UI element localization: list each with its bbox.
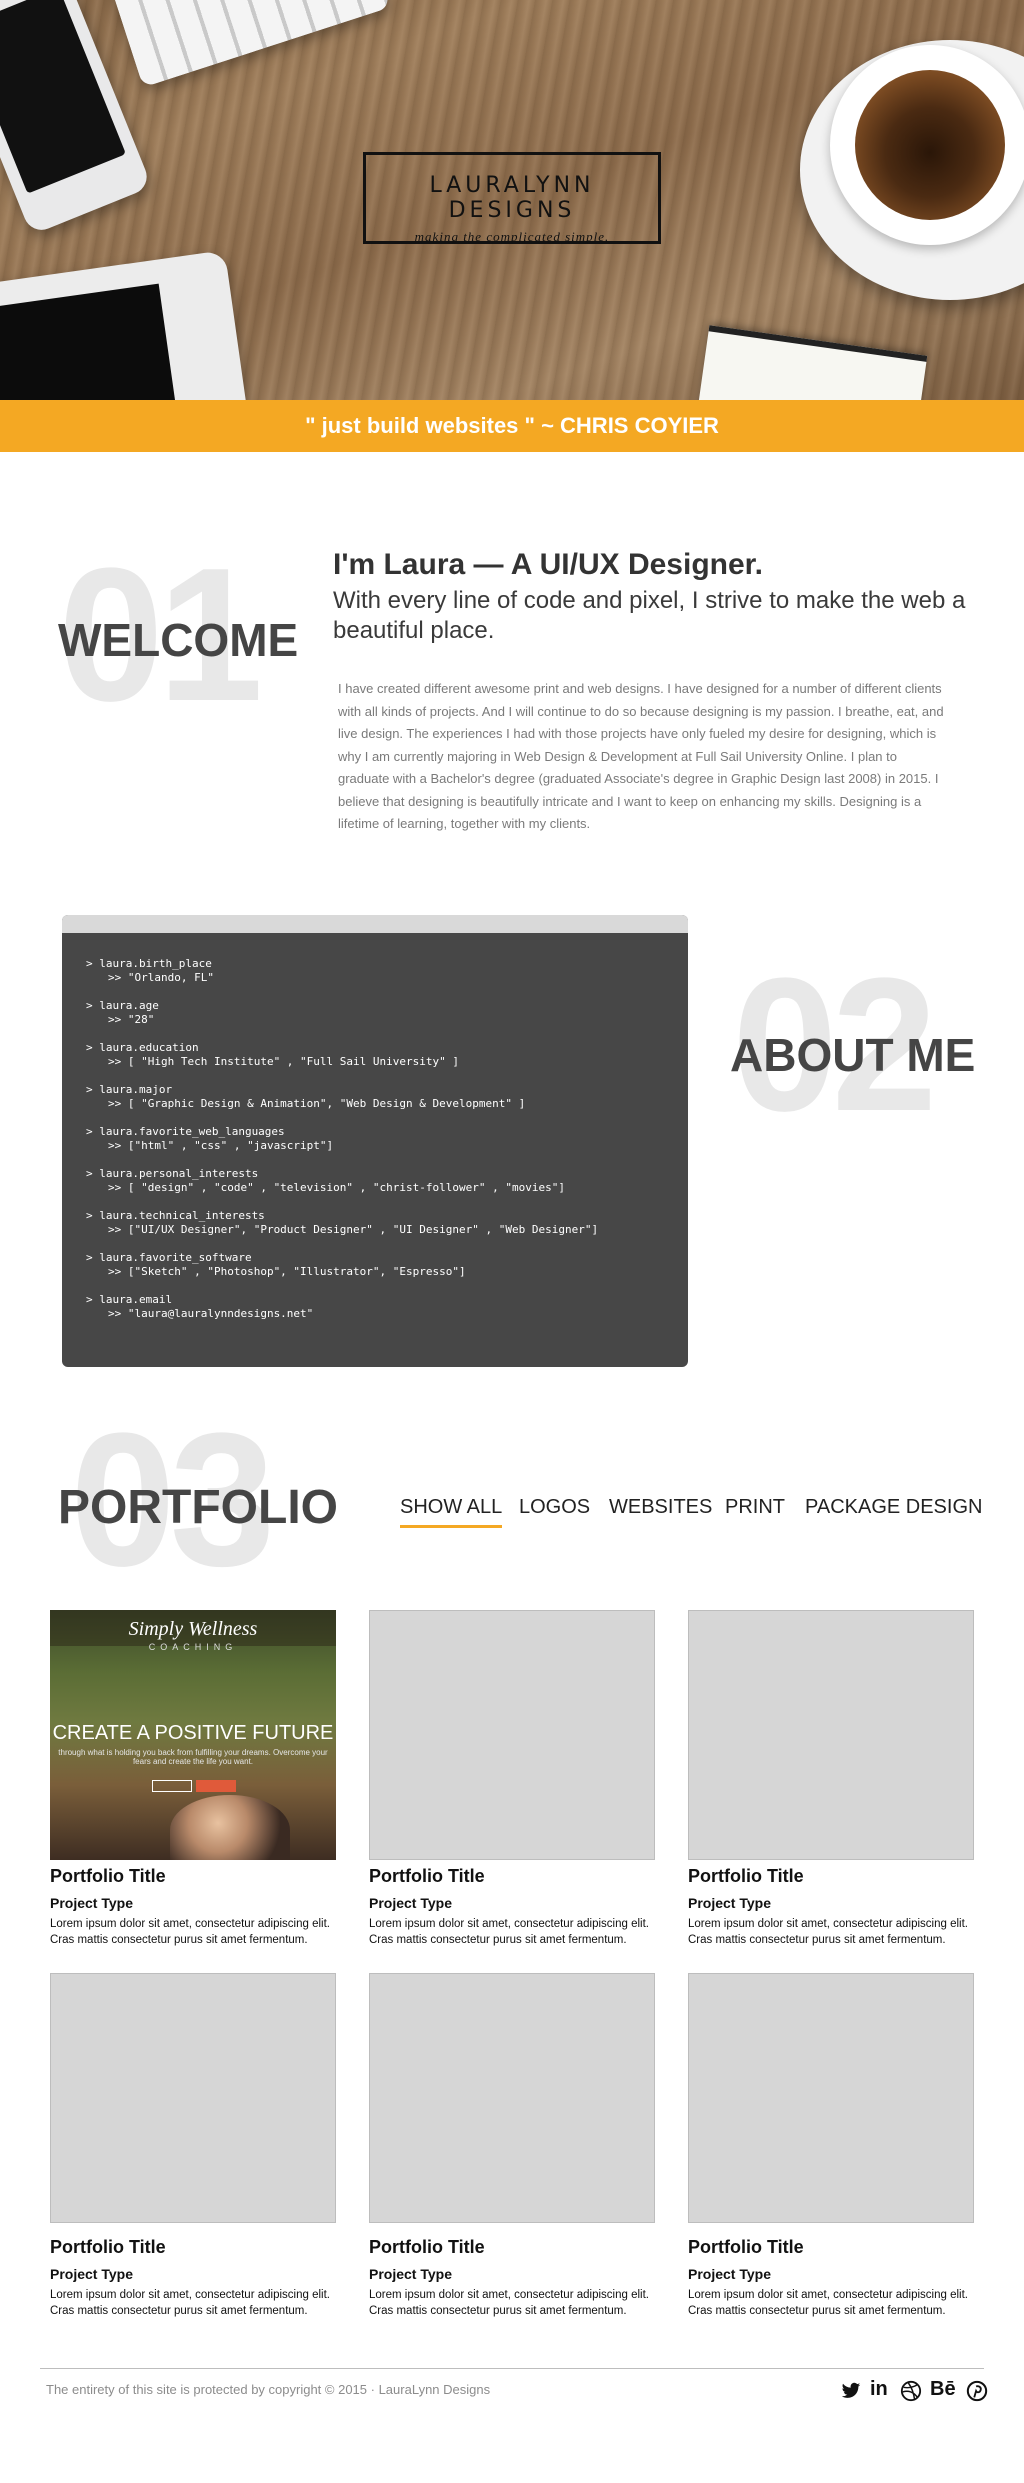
- portfolio-title[interactable]: Portfolio Title: [369, 1866, 655, 1887]
- terminal-entry: > laura.technical_interests >> ["UI/UX De…: [86, 1209, 688, 1237]
- filter-logos[interactable]: LOGOS: [519, 1496, 590, 1525]
- portfolio-title[interactable]: Portfolio Title: [688, 2237, 974, 2258]
- portfolio-thumbnail[interactable]: Simply Wellness COACHING CREATE A POSITI…: [50, 1610, 336, 1860]
- terminal-window: > laura.birth_place >> "Orlando, FL" > lau…: [62, 915, 688, 1367]
- portfolio-thumbnail[interactable]: [369, 1610, 655, 1860]
- portfolio-title[interactable]: Portfolio Title: [50, 2237, 336, 2258]
- terminal-key: > laura.personal_interests: [86, 1167, 259, 1180]
- thumb-button: [196, 1780, 236, 1792]
- behance-icon[interactable]: Bē: [930, 2378, 956, 2401]
- thumb-people: [170, 1795, 290, 1860]
- portfolio-card[interactable]: Portfolio Title Project Type Lorem ipsum…: [369, 1610, 655, 1948]
- quote-bar: " just build websites " ~ CHRIS COYIER: [0, 400, 1024, 452]
- project-type: Project Type: [688, 2266, 771, 2282]
- terminal-entry: > laura.personal_interests >> [ "design" …: [86, 1167, 688, 1195]
- project-type: Project Type: [688, 1895, 771, 1911]
- terminal-value: >> [ "High Tech Institute" , "Full Sail …: [108, 1055, 459, 1068]
- thumb-headline: CREATE A POSITIVE FUTURE: [52, 1722, 334, 1744]
- portfolio-description: Lorem ipsum dolor sit amet, consectetur …: [369, 1918, 649, 1946]
- section-title-welcome: WELCOME: [58, 614, 299, 666]
- filter-show-all[interactable]: SHOW ALL: [400, 1496, 503, 1528]
- copyright-text: The entirety of this site is protected b…: [46, 2382, 491, 2397]
- section-title-portfolio: PORTFOLIO: [58, 1481, 338, 1534]
- terminal-value: >> "Orlando, FL": [108, 971, 214, 984]
- pinterest-icon[interactable]: [966, 2380, 988, 2402]
- terminal-entry: > laura.age >> "28": [86, 999, 688, 1027]
- terminal-entry: > laura.major >> [ "Graphic Design & Anim…: [86, 1083, 688, 1111]
- terminal-value: >> ["Sketch" , "Photoshop", "Illustrator…: [108, 1265, 466, 1278]
- dribbble-icon[interactable]: [900, 2380, 922, 2402]
- terminal-key: > laura.age: [86, 999, 159, 1012]
- welcome-subheading: With every line of code and pixel, I str…: [333, 587, 966, 644]
- portfolio-thumbnail[interactable]: [50, 1973, 336, 2223]
- thumb-brand: Simply Wellness: [128, 1618, 258, 1640]
- hero-banner: LAURALYNN DESIGNS making the complicated…: [0, 0, 1024, 400]
- portfolio-description: Lorem ipsum dolor sit amet, consectetur …: [50, 2289, 330, 2317]
- portfolio-card[interactable]: Portfolio Title Project Type Lorem ipsum…: [50, 1973, 336, 2319]
- terminal-value: >> ["html" , "css" , "javascript"]: [108, 1139, 334, 1152]
- linkedin-icon[interactable]: in: [870, 2378, 888, 2401]
- terminal-key: > laura.birth_place: [86, 957, 212, 970]
- thumb-tagline: through what is holding you back from fu…: [58, 1748, 328, 1766]
- site-logo[interactable]: LAURALYNN DESIGNS making the complicated…: [363, 152, 661, 244]
- thumb-button: [152, 1780, 192, 1792]
- portfolio-card[interactable]: Simply Wellness COACHING CREATE A POSITI…: [50, 1610, 336, 1948]
- terminal-entry: > laura.favorite_software >> ["Sketch" , …: [86, 1251, 688, 1279]
- terminal-value: >> ["UI/UX Designer", "Product Designer"…: [108, 1223, 599, 1236]
- portfolio-title[interactable]: Portfolio Title: [688, 1866, 974, 1887]
- terminal-value: >> "28": [108, 1013, 155, 1026]
- portfolio-card[interactable]: Portfolio Title Project Type Lorem ipsum…: [369, 1973, 655, 2319]
- portfolio-description: Lorem ipsum dolor sit amet, consectetur …: [369, 2289, 649, 2317]
- project-type: Project Type: [50, 2266, 133, 2282]
- portfolio-description: Lorem ipsum dolor sit amet, consectetur …: [688, 1918, 968, 1946]
- project-type: Project Type: [50, 1895, 133, 1911]
- terminal-key: > laura.major: [86, 1083, 173, 1096]
- terminal-key: > laura.email: [86, 1293, 173, 1306]
- portfolio-thumbnail[interactable]: [369, 1973, 655, 2223]
- terminal-value: >> [ "design" , "code" , "television" , …: [108, 1181, 565, 1194]
- portfolio-description: Lorem ipsum dolor sit amet, consectetur …: [688, 2289, 968, 2317]
- portfolio-title[interactable]: Portfolio Title: [369, 2237, 655, 2258]
- welcome-body: I have created different awesome print a…: [338, 681, 944, 831]
- terminal-titlebar: [62, 915, 688, 933]
- terminal-key: > laura.education: [86, 1041, 199, 1054]
- logo-title: LAURALYNN DESIGNS: [429, 173, 595, 223]
- terminal-key: > laura.technical_interests: [86, 1209, 265, 1222]
- filter-print[interactable]: PRINT: [725, 1496, 785, 1525]
- project-type: Project Type: [369, 2266, 452, 2282]
- portfolio-thumbnail[interactable]: [688, 1973, 974, 2223]
- thumb-brand-sub: COACHING: [148, 1642, 238, 1652]
- twitter-icon[interactable]: [840, 2381, 862, 2401]
- portfolio-thumbnail[interactable]: [688, 1610, 974, 1860]
- portfolio-card[interactable]: Portfolio Title Project Type Lorem ipsum…: [688, 1973, 974, 2319]
- terminal-body: > laura.birth_place >> "Orlando, FL" > lau…: [62, 933, 688, 1321]
- logo-tagline: making the complicated simple.: [414, 229, 610, 244]
- terminal-entry: > laura.email >> "laura@lauralynndesigns.…: [86, 1293, 688, 1321]
- quote-text: " just build websites " ~ CHRIS COYIER: [305, 413, 719, 438]
- filter-package-design[interactable]: PACKAGE DESIGN: [805, 1496, 982, 1525]
- terminal-value: >> [ "Graphic Design & Animation", "Web …: [108, 1097, 526, 1110]
- welcome-heading: I'm Laura — A UI/UX Designer.: [333, 548, 764, 581]
- footer-divider: [40, 2368, 984, 2369]
- terminal-entry: > laura.favorite_web_languages >> ["html"…: [86, 1125, 688, 1153]
- project-type: Project Type: [369, 1895, 452, 1911]
- coffee-image: [855, 70, 1005, 220]
- terminal-entry: > laura.birth_place >> "Orlando, FL": [86, 957, 688, 985]
- portfolio-title[interactable]: Portfolio Title: [50, 1866, 336, 1887]
- terminal-entry: > laura.education >> [ "High Tech Institu…: [86, 1041, 688, 1069]
- portfolio-description: Lorem ipsum dolor sit amet, consectetur …: [50, 1918, 330, 1946]
- portfolio-card[interactable]: Portfolio Title Project Type Lorem ipsum…: [688, 1610, 974, 1948]
- terminal-key: > laura.favorite_web_languages: [86, 1125, 285, 1138]
- terminal-value: >> "laura@lauralynndesigns.net": [108, 1307, 314, 1320]
- section-title-about: ABOUT ME: [730, 1029, 976, 1081]
- terminal-key: > laura.favorite_software: [86, 1251, 252, 1264]
- filter-websites[interactable]: WEBSITES: [609, 1496, 712, 1525]
